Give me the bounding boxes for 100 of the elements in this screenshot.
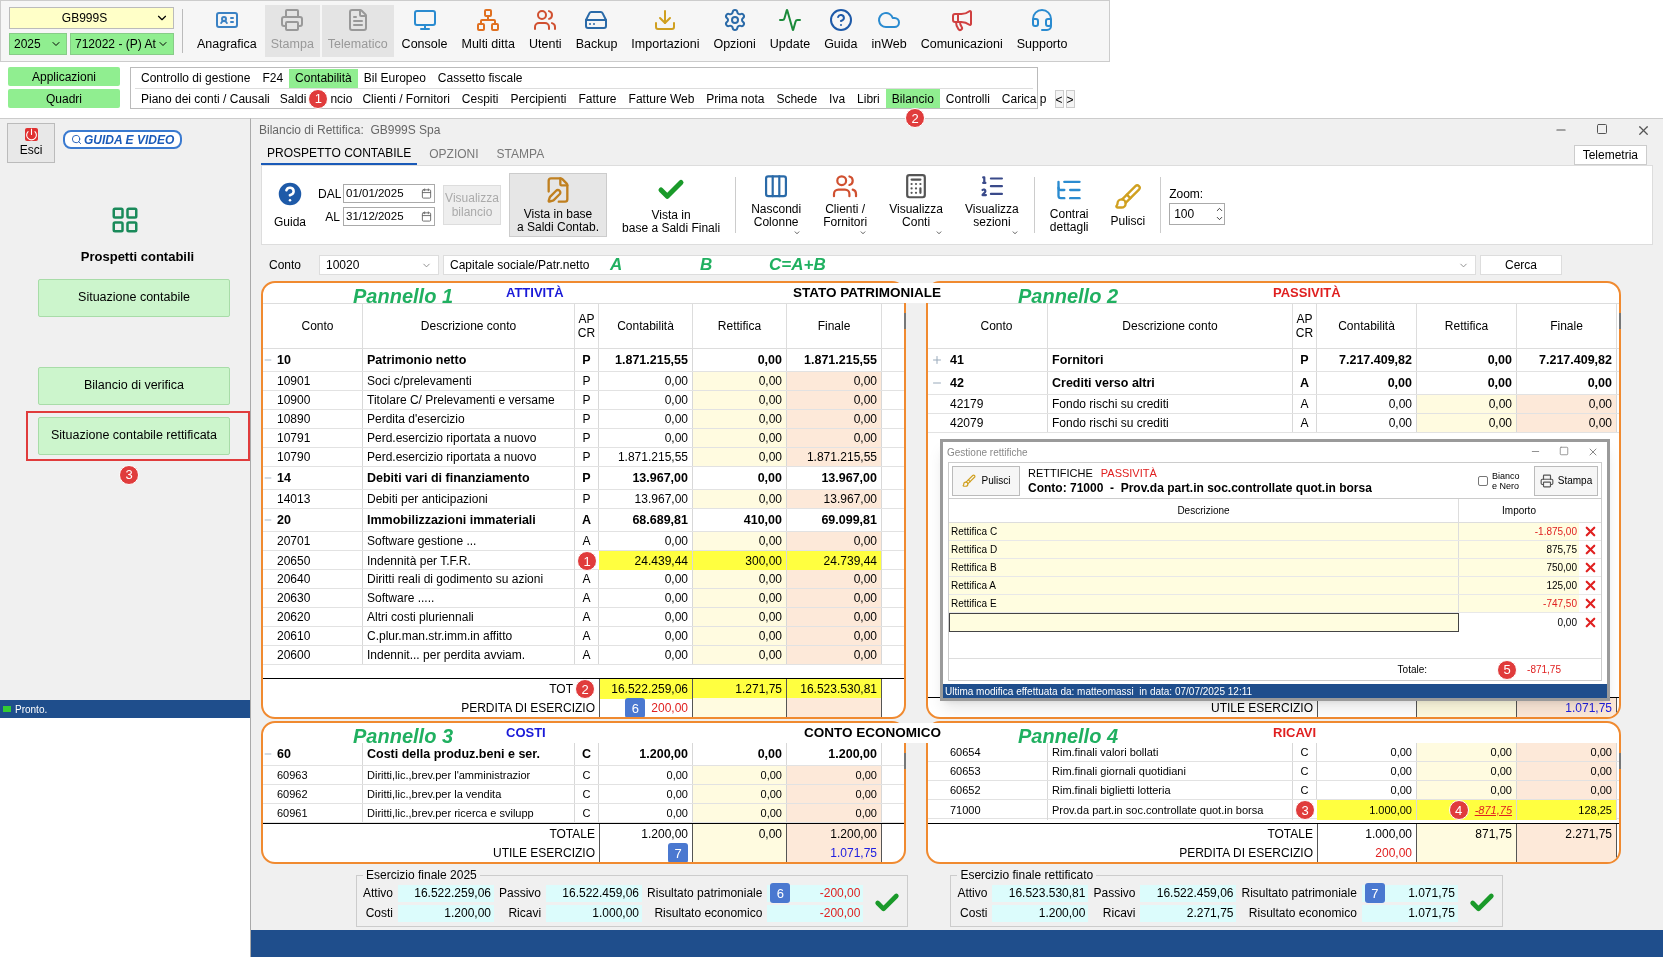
toolbar-button[interactable]: Contrai dettagli <box>1042 173 1096 237</box>
tab[interactable]: STAMPA <box>490 143 551 165</box>
menu-tab[interactable]: Bilancio <box>885 89 940 108</box>
toolbar-button[interactable]: Opzioni <box>707 5 762 57</box>
guide-video-button[interactable]: GUIDA E VIDEO <box>63 130 183 149</box>
toolbar-button[interactable]: Pulisci <box>1103 173 1153 237</box>
menu-tab[interactable]: Schede <box>770 89 824 108</box>
menu-tab[interactable]: Percipienti <box>504 89 573 108</box>
menu-tab[interactable]: F24 <box>256 68 290 88</box>
field-label: Attivo <box>363 885 393 902</box>
table-cell: 0,00 <box>693 589 787 607</box>
checkbox[interactable] <box>1478 475 1488 486</box>
date-field[interactable]: 01/01/2025 <box>343 184 435 203</box>
report-button[interactable]: Situazione contabile <box>38 278 230 317</box>
toolbar-button[interactable]: Guida <box>818 5 864 57</box>
description-input[interactable] <box>949 613 1459 632</box>
clear-button[interactable]: Pulisci <box>952 465 1020 496</box>
search-button[interactable]: Cerca <box>1480 255 1562 275</box>
module-button[interactable]: Quadri <box>8 89 120 108</box>
table-cell: 0,00 <box>1517 781 1617 799</box>
toolbar-button[interactable]: inWeb <box>865 5 913 57</box>
toolbar-button[interactable]: Supporto <box>1010 5 1074 57</box>
annotation-marker: 5 <box>1497 659 1518 680</box>
print-button[interactable]: Stampa <box>1534 465 1598 496</box>
value-field: 16.522.259,06 <box>398 884 494 902</box>
year-select[interactable]: 2025 <box>9 33 67 55</box>
firm-select[interactable]: 712022 - (P) At <box>70 33 174 55</box>
toolbar-button[interactable]: Visualizza Conti <box>882 173 950 237</box>
report-button[interactable]: Situazione contabile rettificata <box>38 416 230 455</box>
company-select[interactable]: GB999S <box>9 7 174 29</box>
exit-button[interactable]: Esci <box>7 123 55 163</box>
total-value: 1.271,75 <box>735 681 782 698</box>
monitor-icon <box>412 8 437 33</box>
menu-tab[interactable]: Iva <box>823 89 852 108</box>
menu-tab[interactable]: Bil Europeo <box>357 68 432 88</box>
side-heading: COSTI <box>506 724 546 743</box>
column-header: Rettifica <box>693 304 787 348</box>
menu-tab[interactable]: ncio <box>330 89 353 108</box>
megaphone-icon <box>949 8 974 33</box>
total-value: 16.522.259,06 <box>611 681 688 698</box>
annotation-marker: 6 <box>625 698 646 717</box>
table-cell: Rim.finali giornali quotidiani <box>1048 762 1293 780</box>
menu-tab[interactable]: Cespiti <box>455 89 505 108</box>
toolbar-button[interactable]: Utenti <box>523 5 568 57</box>
toolbar-button[interactable]: Clienti / Fornitori <box>816 173 875 237</box>
total-label: PERDITA DI ESERCIZIO <box>1179 844 1313 862</box>
account-code-select[interactable]: 10020 <box>319 255 439 275</box>
menu-tab[interactable]: Fatture Web <box>622 89 701 108</box>
table-cell: 24.439,44 <box>599 551 693 571</box>
section-title: STATO PATRIMONIALE <box>790 282 944 304</box>
account-description-select[interactable]: Capitale sociale/Patr.netto A B C=A+B <box>443 255 1476 275</box>
table-cell: 0,00 <box>787 766 882 784</box>
zoom-field[interactable]: 100 <box>1169 203 1226 225</box>
toolbar-button[interactable]: Update <box>763 5 817 57</box>
power-icon <box>24 127 38 141</box>
column-header: Finale <box>787 304 882 348</box>
table-cell: Fondo rischi su crediti <box>1048 395 1293 413</box>
toolbar-button[interactable]: Vista in base a Saldi Contab. <box>509 173 608 237</box>
toolbar-button[interactable]: Console <box>395 5 454 57</box>
toolbar-button[interactable]: Multi ditta <box>455 5 521 57</box>
module-button[interactable]: Applicazioni <box>8 67 120 86</box>
scroll-button[interactable]: > <box>1065 89 1075 108</box>
table-cell: 0,00 <box>1417 781 1517 799</box>
value-field: 7 1.071,75 <box>1361 884 1458 902</box>
toolbar-button[interactable]: Importazioni <box>625 5 706 57</box>
spin-down-icon[interactable] <box>1215 214 1225 223</box>
toolbar-button[interactable]: Vista in base a Saldi Finali <box>615 173 728 237</box>
report-button[interactable]: Bilancio di verifica <box>38 366 230 405</box>
menu-tab[interactable]: Prima nota <box>700 89 771 108</box>
menu-tab[interactable]: Cassetto fiscale <box>431 68 529 88</box>
menu-tab[interactable]: Saldi <box>279 89 307 108</box>
tab[interactable]: OPZIONI <box>423 143 485 165</box>
value-field: 16.522.459,06 <box>546 884 643 902</box>
table-cell: 0,00 <box>693 627 787 645</box>
table-cell: 10900 <box>273 391 363 409</box>
maximize-icon[interactable] <box>1596 122 1608 135</box>
menu-tab[interactable]: Carica p <box>995 89 1053 108</box>
menu-tab[interactable]: Controlli <box>939 89 996 108</box>
menu-tab[interactable]: Controllo di gestione <box>135 68 257 88</box>
menu-tab[interactable]: Contabilità <box>289 68 358 88</box>
menu-tab[interactable]: Clienti / Fornitori <box>356 89 456 108</box>
menu-tab[interactable]: Fatture <box>572 89 623 108</box>
toolbar-button[interactable]: Anagrafica <box>191 5 263 57</box>
table-cell: Soci c/prelevamenti <box>363 372 575 390</box>
toolbar-button[interactable]: Visualizza sezioni <box>958 173 1026 237</box>
scroll-button[interactable]: < <box>1054 89 1064 108</box>
help-button[interactable]: Guida <box>270 179 310 231</box>
menu-tab[interactable]: Piano dei conti / Causali <box>135 89 276 108</box>
telemetry-button[interactable]: Telemetria <box>1573 145 1647 165</box>
value-field: 1.200,00 <box>992 904 1089 922</box>
toolbar-button[interactable]: Backup <box>569 5 624 57</box>
menu-tab[interactable]: Libri <box>851 89 886 108</box>
toolbar-button[interactable]: Nascondi Colonne <box>744 173 809 237</box>
toolbar-button[interactable]: Comunicazioni <box>914 5 1009 57</box>
table-cell: Crediti verso altri <box>1048 372 1293 394</box>
total-value: 200,00 <box>1375 844 1412 862</box>
spin-up-icon[interactable] <box>1215 205 1225 214</box>
close-icon[interactable] <box>1587 446 1599 458</box>
table-cell: Costi della produz.beni e ser. <box>363 743 575 765</box>
date-field[interactable]: 31/12/2025 <box>343 207 435 226</box>
